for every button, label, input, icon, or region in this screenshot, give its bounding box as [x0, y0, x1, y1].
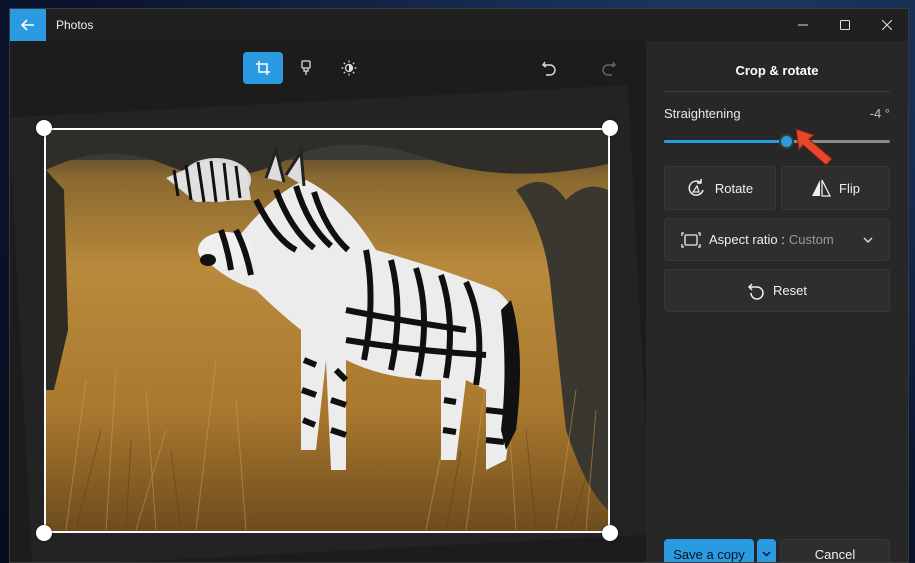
crop-handle-top-left[interactable] [36, 120, 52, 136]
undo-button[interactable] [529, 52, 569, 84]
slider-fill [664, 140, 787, 143]
panel-divider [664, 91, 890, 92]
rotate-label: Rotate [714, 180, 754, 196]
save-options-button[interactable] [757, 539, 776, 562]
title-bar: Photos [10, 9, 908, 41]
photo-image [44, 128, 610, 533]
save-label: Save a copy [673, 546, 745, 562]
minimize-icon [798, 24, 808, 26]
editor-canvas [10, 41, 646, 562]
close-icon [882, 20, 892, 30]
flip-icon [812, 179, 832, 197]
maximize-button[interactable] [824, 9, 866, 41]
save-a-copy-button[interactable]: Save a copy [664, 539, 754, 562]
crop-tool-button[interactable] [243, 52, 283, 84]
reset-icon [747, 282, 764, 300]
straightening-slider[interactable] [664, 134, 890, 149]
straightening-label: Straightening [664, 106, 741, 121]
markup-tool-button[interactable] [286, 52, 326, 84]
brightness-icon [341, 60, 357, 76]
close-button[interactable] [866, 9, 908, 41]
undo-icon [542, 61, 556, 76]
markup-icon [301, 60, 311, 75]
chevron-down-icon [863, 237, 873, 243]
cancel-button[interactable]: Cancel [780, 539, 890, 562]
back-button[interactable] [10, 9, 46, 41]
aspect-ratio-label: Aspect ratio : [709, 232, 785, 247]
redo-icon [602, 61, 616, 76]
flip-label: Flip [839, 180, 860, 196]
crop-icon [256, 61, 270, 75]
rotate-button[interactable]: Rotate [664, 166, 776, 210]
straightening-value: -4 ° [869, 106, 890, 121]
reset-label: Reset [773, 283, 807, 298]
maximize-icon [840, 20, 850, 30]
aspect-ratio-dropdown[interactable]: Aspect ratio : Custom [664, 218, 890, 261]
app-title: Photos [56, 18, 94, 32]
reset-button[interactable]: Reset [664, 269, 890, 312]
flip-button[interactable]: Flip [781, 166, 890, 210]
zebra-photo [46, 130, 608, 531]
crop-handle-bottom-right[interactable] [602, 525, 618, 541]
aspect-ratio-value: Custom [788, 232, 834, 247]
photos-window: Photos Crop & rotate Straightening -4 ° … [9, 8, 909, 563]
adjust-tool-button[interactable] [329, 52, 369, 84]
crop-rotate-panel: Crop & rotate Straightening -4 ° Rotate … [646, 41, 908, 562]
crop-handle-top-right[interactable] [602, 120, 618, 136]
cancel-label: Cancel [814, 546, 856, 562]
pointer-arrow-icon [795, 128, 833, 166]
crop-handle-bottom-left[interactable] [36, 525, 52, 541]
panel-title: Crop & rotate [735, 63, 819, 78]
minimize-button[interactable] [782, 9, 824, 41]
redo-button[interactable] [589, 52, 629, 84]
chevron-down-icon [762, 551, 771, 557]
aspect-ratio-icon [681, 231, 701, 248]
back-arrow-icon [21, 19, 34, 31]
rotate-icon [688, 179, 704, 196]
